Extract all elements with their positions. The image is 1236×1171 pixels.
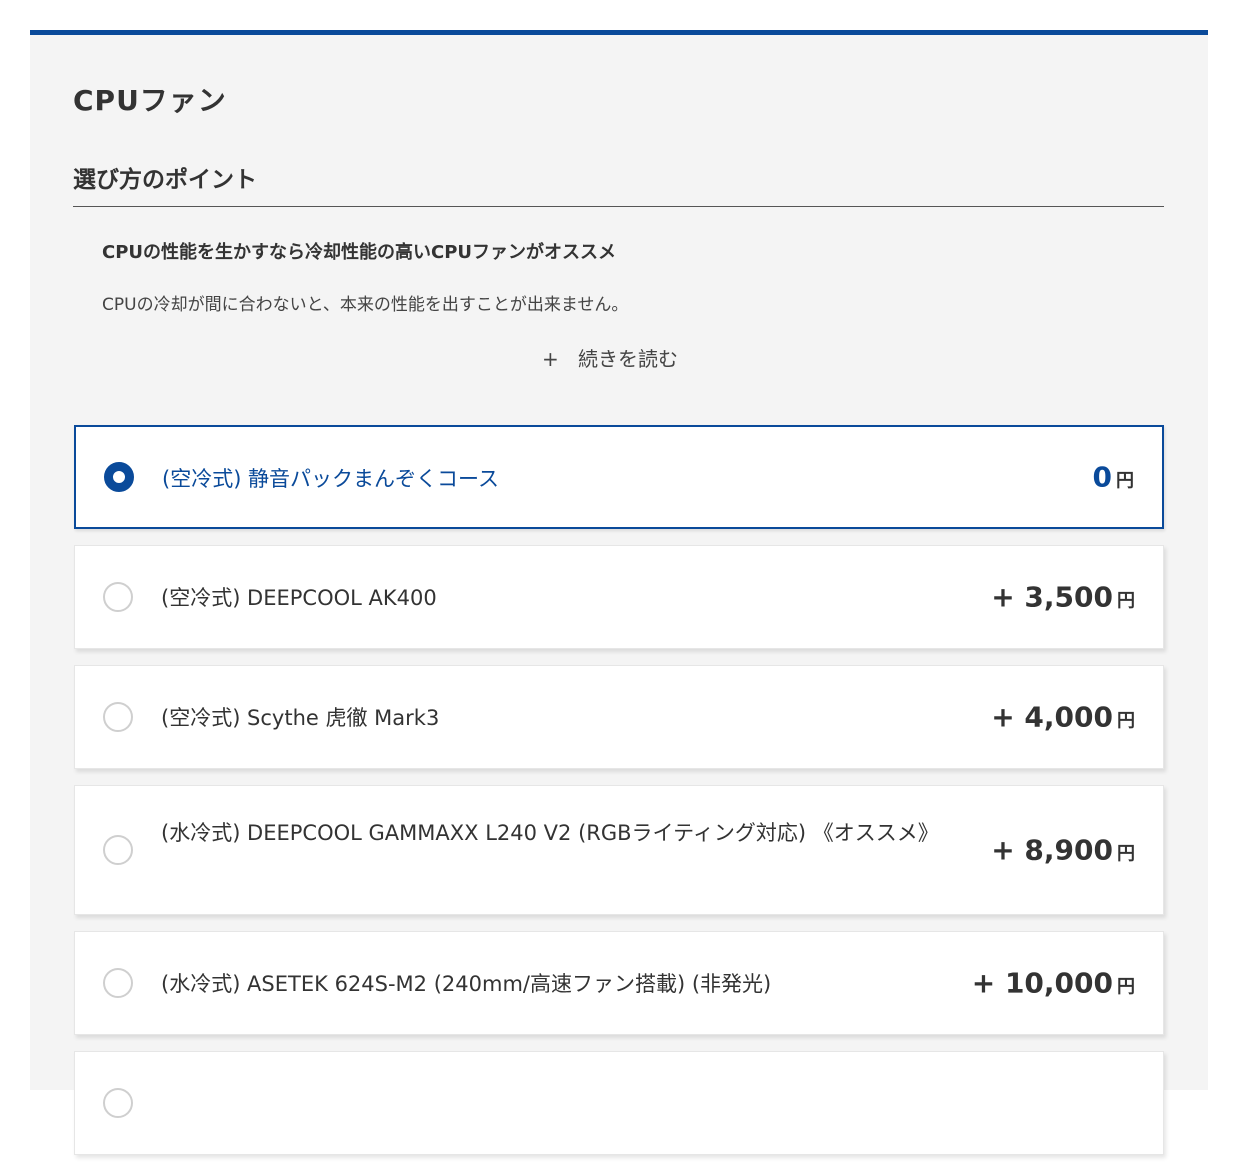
option-label: (空冷式) Scythe 虎徹 Mark3 xyxy=(161,706,440,730)
radio-icon[interactable] xyxy=(103,1088,133,1118)
radio-icon[interactable] xyxy=(103,582,133,612)
price-value: + 8,900 xyxy=(991,833,1113,867)
yen-unit: 円 xyxy=(1117,843,1135,865)
option-deepcool-gammaxx-l240[interactable]: (水冷式) DEEPCOOL GAMMAXX L240 V2 (RGBライティン… xyxy=(74,785,1164,915)
read-more-label: 続きを読む xyxy=(578,347,678,371)
price-value: 0 xyxy=(1092,460,1112,494)
option-scythe-kotetsu-mark3[interactable]: (空冷式) Scythe 虎徹 Mark3 + 4,000 円 xyxy=(74,665,1164,769)
option-silent-pack[interactable]: (空冷式) 静音パックまんぞくコース 0円 xyxy=(74,425,1164,529)
price-value: + 10,000 xyxy=(971,966,1113,1000)
selection-tips-heading: 選び方のポイント xyxy=(73,160,1164,207)
option-price: + 8,900 円 xyxy=(991,834,1135,867)
radio-icon[interactable] xyxy=(103,702,133,732)
option-deepcool-ak400[interactable]: (空冷式) DEEPCOOL AK400 + 3,500 円 xyxy=(74,545,1164,649)
option-label: (水冷式) ASETEK 624S-M2 (240mm/高速ファン搭載) (非発… xyxy=(161,972,772,996)
option-price: + 10,000 円 xyxy=(972,967,1135,1000)
price-value: + 4,000 xyxy=(991,700,1113,734)
cpu-fan-panel: CPUファン 選び方のポイント CPUの性能を生かすなら冷却性能の高いCPUファ… xyxy=(30,30,1208,1155)
selection-tips: CPUの性能を生かすなら冷却性能の高いCPUファンがオススメ CPUの冷却が間に… xyxy=(102,238,1102,338)
option-label: (空冷式) 静音パックまんぞくコース xyxy=(162,467,500,491)
option-price: 0円 xyxy=(1093,461,1134,494)
option-label: (水冷式) DEEPCOOL GAMMAXX L240 V2 (RGBライティン… xyxy=(161,821,939,845)
price-value: + 3,500 xyxy=(991,580,1113,614)
yen-unit: 円 xyxy=(1117,976,1135,998)
radio-selected-icon[interactable] xyxy=(104,462,134,492)
option-asetek-624s-m2[interactable]: (水冷式) ASETEK 624S-M2 (240mm/高速ファン搭載) (非発… xyxy=(74,931,1164,1035)
option-label: (空冷式) DEEPCOOL AK400 xyxy=(161,586,437,610)
radio-icon[interactable] xyxy=(103,835,133,865)
yen-unit: 円 xyxy=(1116,470,1134,492)
section-title: CPUファン xyxy=(73,84,227,117)
option-price: + 3,500 円 xyxy=(991,581,1135,614)
read-more-button[interactable]: + 続きを読む xyxy=(542,343,678,372)
option-price: + 4,000 円 xyxy=(991,701,1135,734)
tip-heading: CPUの性能を生かすなら冷却性能の高いCPUファンがオススメ xyxy=(102,242,617,263)
tip-body: CPUの冷却が間に合わないと、本来の性能を出すことが出来ません。 xyxy=(102,295,629,315)
yen-unit: 円 xyxy=(1117,710,1135,732)
plus-icon: + xyxy=(542,347,559,371)
radio-icon[interactable] xyxy=(103,968,133,998)
cpu-fan-options: (空冷式) 静音パックまんぞくコース 0円 (空冷式) DEEPCOOL AK4… xyxy=(74,425,1164,1171)
option-partial-next[interactable] xyxy=(74,1051,1164,1155)
yen-unit: 円 xyxy=(1117,590,1135,612)
